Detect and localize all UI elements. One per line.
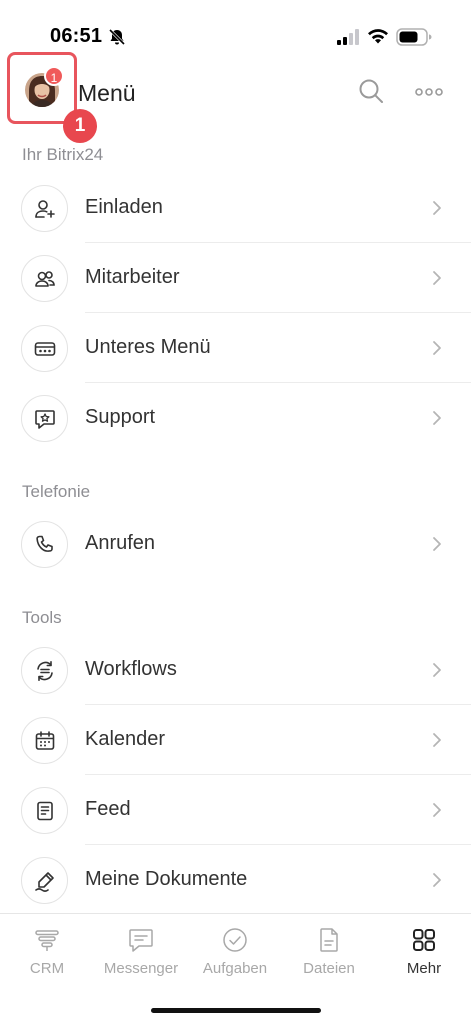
tab-label: Mehr: [406, 960, 442, 977]
menu-item-support[interactable]: Support: [0, 383, 471, 453]
chevron-right-icon: [433, 341, 441, 355]
signature-pen-icon: [21, 857, 68, 904]
home-indicator[interactable]: [151, 1008, 321, 1013]
workflows-icon: [21, 647, 68, 694]
section-title-bitrix24: Ihr Bitrix24: [22, 145, 104, 164]
chevron-right-icon: [433, 201, 441, 215]
menu-item-label: Mitarbeiter: [85, 266, 180, 288]
menu-item-workflows[interactable]: Workflows: [0, 635, 471, 705]
file-icon: [320, 928, 338, 952]
chevron-right-icon: [433, 663, 441, 677]
tab-label: Messenger: [103, 960, 179, 977]
tab-mehr[interactable]: Mehr: [377, 924, 471, 984]
tab-aufgaben[interactable]: Aufgaben: [188, 924, 282, 984]
menu-item-label: Anrufen: [85, 532, 156, 554]
calendar-icon: [21, 717, 68, 764]
tab-label: Aufgaben: [202, 960, 268, 977]
menu-item-label: Unteres Menü: [85, 336, 211, 358]
menu-item-mitarbeiter[interactable]: Mitarbeiter: [0, 243, 471, 313]
chevron-right-icon: [433, 733, 441, 747]
chevron-right-icon: [433, 873, 441, 887]
tab-dateien[interactable]: Dateien: [282, 924, 376, 984]
phone-icon: [21, 521, 68, 568]
page-title: Menü: [78, 80, 136, 106]
menu-item-meine-dokumente[interactable]: Meine Dokumente: [0, 845, 471, 915]
support-chat-icon: [21, 395, 68, 442]
bottom-menu-icon: [21, 325, 68, 372]
menu-item-label: Feed: [85, 798, 131, 820]
tab-messenger[interactable]: Messenger: [94, 924, 188, 984]
avatar-notification-badge: 1: [44, 66, 64, 86]
status-time: 06:51: [50, 25, 103, 47]
menu-item-einladen[interactable]: Einladen: [0, 173, 471, 243]
grid-icon: [413, 929, 435, 951]
section-title-tools: Tools: [22, 608, 62, 627]
menu-item-anrufen[interactable]: Anrufen: [0, 509, 471, 579]
section-title-telefonie: Telefonie: [22, 482, 91, 501]
menu-item-label: Workflows: [85, 658, 177, 680]
add-user-icon: [21, 185, 68, 232]
callout-marker-badge: 1: [63, 109, 97, 143]
chevron-right-icon: [433, 271, 441, 285]
menu-item-feed[interactable]: Feed: [0, 775, 471, 845]
chevron-right-icon: [433, 803, 441, 817]
menu-item-kalender[interactable]: Kalender: [0, 705, 471, 775]
battery-icon: [396, 28, 432, 46]
status-bar: 06:51: [0, 0, 471, 60]
check-circle-icon: [223, 928, 247, 952]
tab-crm[interactable]: CRM: [0, 924, 94, 984]
chat-icon: [129, 929, 153, 952]
more-options-icon[interactable]: [414, 82, 444, 102]
signal-icon: [337, 29, 359, 45]
search-icon[interactable]: [358, 78, 384, 104]
wifi-icon: [368, 29, 388, 44]
employees-icon: [21, 255, 68, 302]
menu-item-label: Einladen: [85, 196, 163, 218]
feed-icon: [21, 787, 68, 834]
chevron-right-icon: [433, 411, 441, 425]
menu-item-label: Kalender: [85, 728, 166, 750]
tab-label: CRM: [29, 960, 65, 977]
menu-item-label: Meine Dokumente: [85, 868, 248, 890]
menu-item-unteres-menu[interactable]: Unteres Menü: [0, 313, 471, 383]
crm-funnel-icon: [35, 930, 59, 951]
tab-label: Dateien: [303, 960, 355, 977]
bell-muted-icon: [108, 28, 126, 46]
chevron-right-icon: [433, 537, 441, 551]
menu-item-label: Support: [85, 406, 156, 428]
